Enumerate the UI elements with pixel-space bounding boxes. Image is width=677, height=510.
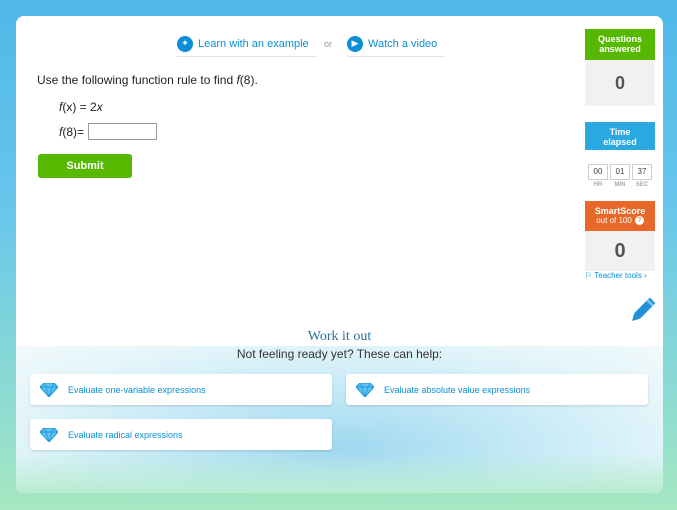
diamond-icon xyxy=(40,382,58,397)
diamond-icon xyxy=(356,382,374,397)
timer-minutes: 01 MIN xyxy=(610,164,630,188)
questions-answered-value: 0 xyxy=(585,60,655,106)
lightbulb-icon: ✦ xyxy=(177,35,193,52)
work-it-out-title: Work it out xyxy=(307,329,372,344)
questions-answered-label: Questions answered xyxy=(585,29,655,60)
answer-row: f (8) = xyxy=(59,123,158,140)
diamond-icon xyxy=(40,427,58,442)
practice-panel: ✦ Learn with an example or ▶ Watch a vid… xyxy=(16,16,663,493)
learn-label: Learn with an example xyxy=(198,37,309,50)
timer-seconds: 37 SEC xyxy=(632,164,652,188)
teacher-tools-link[interactable]: ⚐ Teacher tools › xyxy=(585,271,647,280)
time-elapsed-label: Time elapsed xyxy=(585,122,655,150)
function-rule: f(x) = 2x xyxy=(59,100,103,114)
skill-link-one-variable[interactable]: Evaluate one-variable expressions xyxy=(30,374,332,405)
play-icon: ▶ xyxy=(347,35,363,52)
work-it-out-subtitle: Not feeling ready yet? These can help: xyxy=(236,347,443,361)
smartscore-label: SmartScore out of 100? xyxy=(585,201,655,231)
timer: 00 HR 01 MIN 37 SEC xyxy=(585,164,655,188)
pencil-icon[interactable] xyxy=(627,296,657,326)
learn-with-example-link[interactable]: ✦ Learn with an example xyxy=(177,35,317,57)
smartscore-value: 0 xyxy=(585,231,655,271)
teacher-tools-icon: ⚐ xyxy=(585,271,593,280)
skill-link-radical[interactable]: Evaluate radical expressions xyxy=(30,419,332,450)
stats-sidebar: Questions answered 0 Time elapsed 00 HR … xyxy=(585,29,655,271)
watch-video-link[interactable]: ▶ Watch a video xyxy=(347,35,445,57)
timer-hours: 00 HR xyxy=(588,164,608,188)
or-separator: or xyxy=(324,39,333,49)
video-label: Watch a video xyxy=(368,37,438,50)
question-prompt: Use the following function rule to find … xyxy=(37,73,258,87)
help-links: ✦ Learn with an example or ▶ Watch a vid… xyxy=(16,35,585,57)
skill-link-absolute-value[interactable]: Evaluate absolute value expressions xyxy=(346,374,648,405)
help-icon[interactable]: ? xyxy=(634,216,644,226)
submit-button[interactable]: Submit xyxy=(38,154,132,178)
answer-input[interactable] xyxy=(88,123,158,140)
